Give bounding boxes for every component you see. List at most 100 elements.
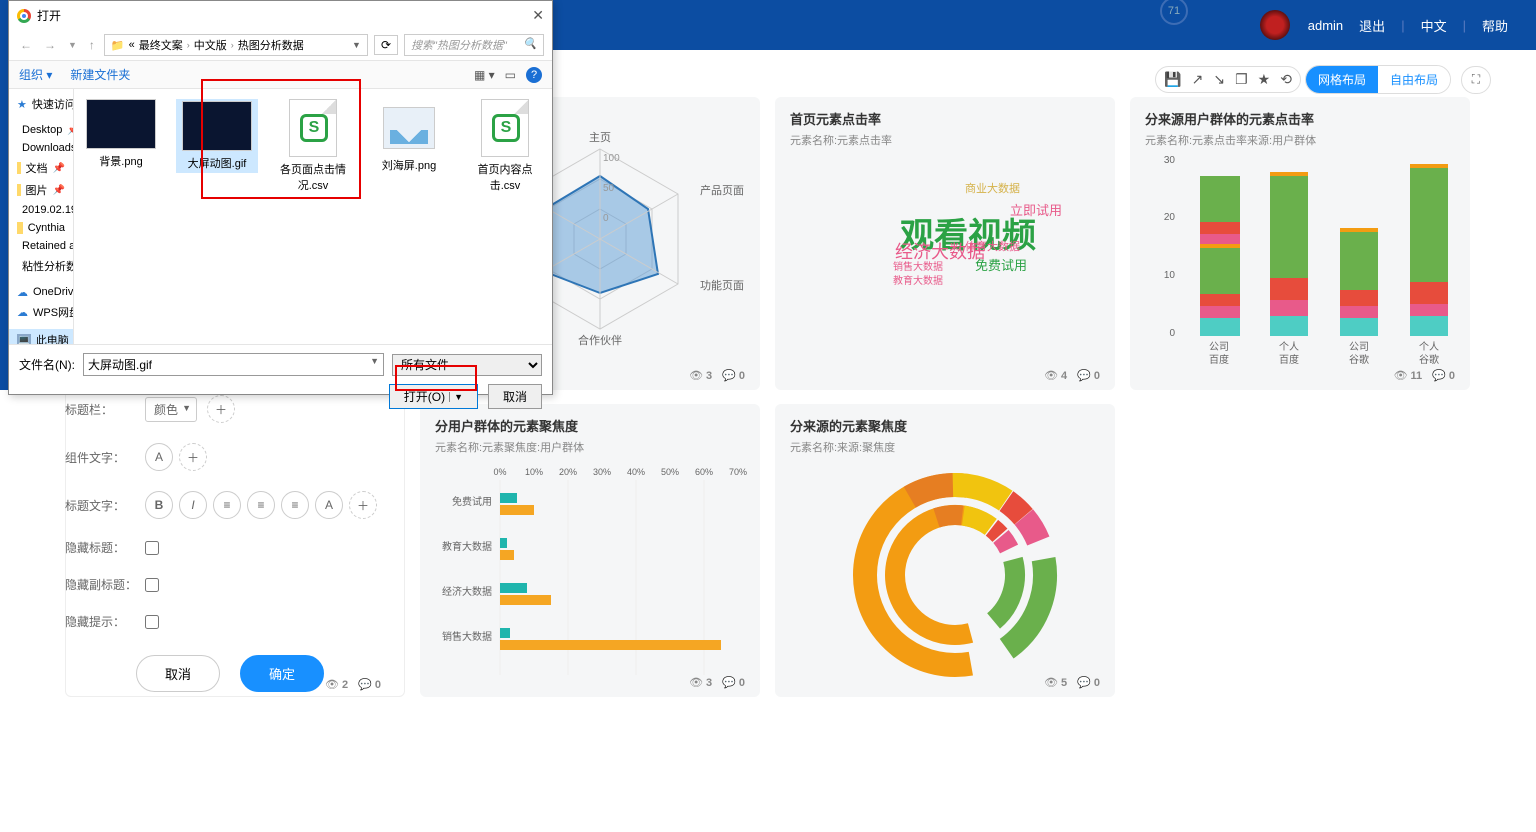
comments-icon: 💬 0 <box>1077 369 1100 382</box>
search-input[interactable]: 搜索"热图分析数据" 🔍 <box>404 34 544 56</box>
align-left-icon[interactable]: ≡ <box>213 491 241 519</box>
stacked-bar-card: 分来源用户群体的元素点击率 元素名称:元素点击率来源:用户群体 30 20 10… <box>1130 97 1470 390</box>
refresh-icon[interactable]: ⟲ <box>1280 71 1292 88</box>
svg-text:谷歌: 谷歌 <box>1349 353 1369 366</box>
cancel-button[interactable]: 取消 <box>488 384 542 409</box>
views-icon: 👁 11 <box>1394 369 1423 382</box>
grouped-bar-card: 分用户群体的元素聚焦度 元素名称:元素聚焦度:用户群体 0%10%20%30%4… <box>420 404 760 697</box>
dialog-title: 打开 <box>37 7 61 24</box>
svg-text:50: 50 <box>603 183 615 194</box>
nav-fwd-icon[interactable]: → <box>41 38 59 52</box>
font-icon[interactable]: A <box>145 443 173 471</box>
hide-subtitle-checkbox[interactable] <box>145 578 159 592</box>
layout-free-button[interactable]: 自由布局 <box>1378 66 1450 93</box>
wordcloud-word: 立即试用 <box>1010 200 1062 219</box>
card-title: 分来源的元素聚焦度 <box>790 416 1100 435</box>
hide-title-label: 隐藏标题： <box>65 539 145 556</box>
card-subtitle: 元素名称:元素点击率来源:用户群体 <box>1145 132 1455 148</box>
svg-text:30: 30 <box>1164 155 1176 166</box>
svg-text:个人: 个人 <box>1419 341 1439 353</box>
tree-item[interactable]: ☁WPS网盘 <box>9 301 73 323</box>
hide-title-checkbox[interactable] <box>145 541 159 555</box>
filename-input[interactable]: 大屏动图.gif▼ <box>83 353 384 376</box>
wordcloud-word: 体育大数据 <box>965 238 1020 254</box>
comments-icon: 💬 0 <box>722 369 745 382</box>
preview-icon[interactable]: ▭ <box>505 68 516 82</box>
tree-item[interactable]: Cynthia <box>9 219 73 237</box>
view-icon[interactable]: ▦ ▾ <box>474 68 495 82</box>
copy-icon[interactable]: ❐ <box>1235 71 1248 88</box>
help-icon[interactable]: ? <box>526 67 542 83</box>
file-item[interactable]: 刘海屏.png <box>368 99 450 173</box>
stacked-bar-chart: 30 20 10 0 公司百度 个人百度 公司谷歌 个人谷歌 <box>1145 148 1465 368</box>
import-icon[interactable]: ↘ <box>1213 71 1225 88</box>
dialog-titlebar: 打开 ✕ <box>9 1 552 30</box>
italic-icon[interactable]: I <box>179 491 207 519</box>
ok-button[interactable]: 确定 <box>240 655 324 692</box>
tree-item[interactable]: 图片📌 <box>9 179 73 201</box>
align-center-icon[interactable]: ≡ <box>247 491 275 519</box>
views-icon: 👁 3 <box>689 369 712 382</box>
export-icon[interactable]: ↗ <box>1192 71 1204 88</box>
svg-text:公司: 公司 <box>1209 342 1229 353</box>
tree-item[interactable]: Retained analy <box>9 237 73 255</box>
card-title: 分用户群体的元素聚焦度 <box>435 416 745 435</box>
hide-hint-checkbox[interactable] <box>145 615 159 629</box>
nav-back-icon[interactable]: ← <box>17 38 35 52</box>
add-style-icon[interactable]: ＋ <box>179 443 207 471</box>
font-icon[interactable]: A <box>315 491 343 519</box>
file-item[interactable]: S首页内容点击.csv <box>464 99 546 193</box>
tree-item[interactable]: 粘性分析数据 <box>9 255 73 277</box>
file-item[interactable]: S各页面点击情况.csv <box>272 99 354 193</box>
close-icon[interactable]: ✕ <box>532 7 544 24</box>
svg-text:0: 0 <box>603 213 609 224</box>
views-icon: 👁 4 <box>1044 369 1067 382</box>
tree-item[interactable]: Desktop📌 <box>9 121 73 139</box>
logout-link[interactable]: 退出 <box>1359 16 1385 35</box>
layout-grid-button[interactable]: 网格布局 <box>1306 66 1378 93</box>
file-item[interactable]: 大屏动图.gif <box>176 99 258 173</box>
save-icon[interactable]: 💾 <box>1164 71 1181 88</box>
svg-text:20%: 20% <box>559 467 577 477</box>
nav-history-icon[interactable]: ▼ <box>65 40 80 50</box>
tree-item[interactable]: 2019.02.19 <box>9 201 73 219</box>
newfolder-button[interactable]: 新建文件夹 <box>70 66 130 83</box>
fullscreen-icon[interactable]: ⛶ <box>1461 66 1491 94</box>
svg-text:谷歌: 谷歌 <box>1419 353 1439 366</box>
star-icon[interactable]: ★ <box>1258 71 1271 88</box>
file-item[interactable]: 背景.png <box>80 99 162 169</box>
filetype-select[interactable]: 所有文件 <box>392 354 542 376</box>
dialog-bottom: 文件名(N): 大屏动图.gif▼ 所有文件 打开(O)▼ 取消 <box>9 344 552 417</box>
separator: | <box>1401 18 1404 33</box>
add-style-icon[interactable]: ＋ <box>349 491 377 519</box>
tree-item[interactable]: ★快速访问 <box>9 93 73 115</box>
filename-label: 文件名(N): <box>19 356 75 373</box>
align-right-icon[interactable]: ≡ <box>281 491 309 519</box>
tree-item[interactable]: 文档📌 <box>9 157 73 179</box>
notification-badge[interactable]: 71 <box>1160 0 1188 25</box>
nav-up-icon[interactable]: ↑ <box>86 38 98 52</box>
svg-text:30%: 30% <box>593 467 611 477</box>
cancel-button[interactable]: 取消 <box>136 655 220 692</box>
organize-button[interactable]: 组织 ▾ <box>19 66 52 83</box>
tree-item[interactable]: Downloads📌 <box>9 139 73 157</box>
tree-item[interactable]: ☁OneDrive <box>9 283 73 301</box>
folder-tree: ★快速访问 Desktop📌Downloads📌文档📌图片📌2019.02.19C… <box>9 89 74 344</box>
tree-item[interactable]: 💻此电脑 <box>9 329 73 344</box>
title-text-label: 标题文字： <box>65 497 145 514</box>
svg-text:20: 20 <box>1164 212 1176 223</box>
refresh-icon[interactable]: ⟳ <box>374 35 398 55</box>
language-link[interactable]: 中文 <box>1421 16 1447 35</box>
hide-hint-label: 隐藏提示： <box>65 613 145 630</box>
help-link[interactable]: 帮助 <box>1482 16 1508 35</box>
avatar[interactable] <box>1260 10 1290 40</box>
open-button[interactable]: 打开(O)▼ <box>389 384 478 409</box>
card-title: 首页元素点击率 <box>790 109 1100 128</box>
svg-text:销售大数据: 销售大数据 <box>442 630 492 643</box>
breadcrumb[interactable]: 📁« 最终文案› 中文版› 热图分析数据 ▼ <box>104 34 368 56</box>
bold-icon[interactable]: B <box>145 491 173 519</box>
file-open-dialog: 打开 ✕ ← → ▼ ↑ 📁« 最终文案› 中文版› 热图分析数据 ▼ ⟳ 搜索… <box>8 0 553 395</box>
username: admin <box>1308 18 1343 33</box>
card-title: 分来源用户群体的元素点击率 <box>1145 109 1455 128</box>
wordcloud-word: 教育大数据 <box>893 272 943 287</box>
